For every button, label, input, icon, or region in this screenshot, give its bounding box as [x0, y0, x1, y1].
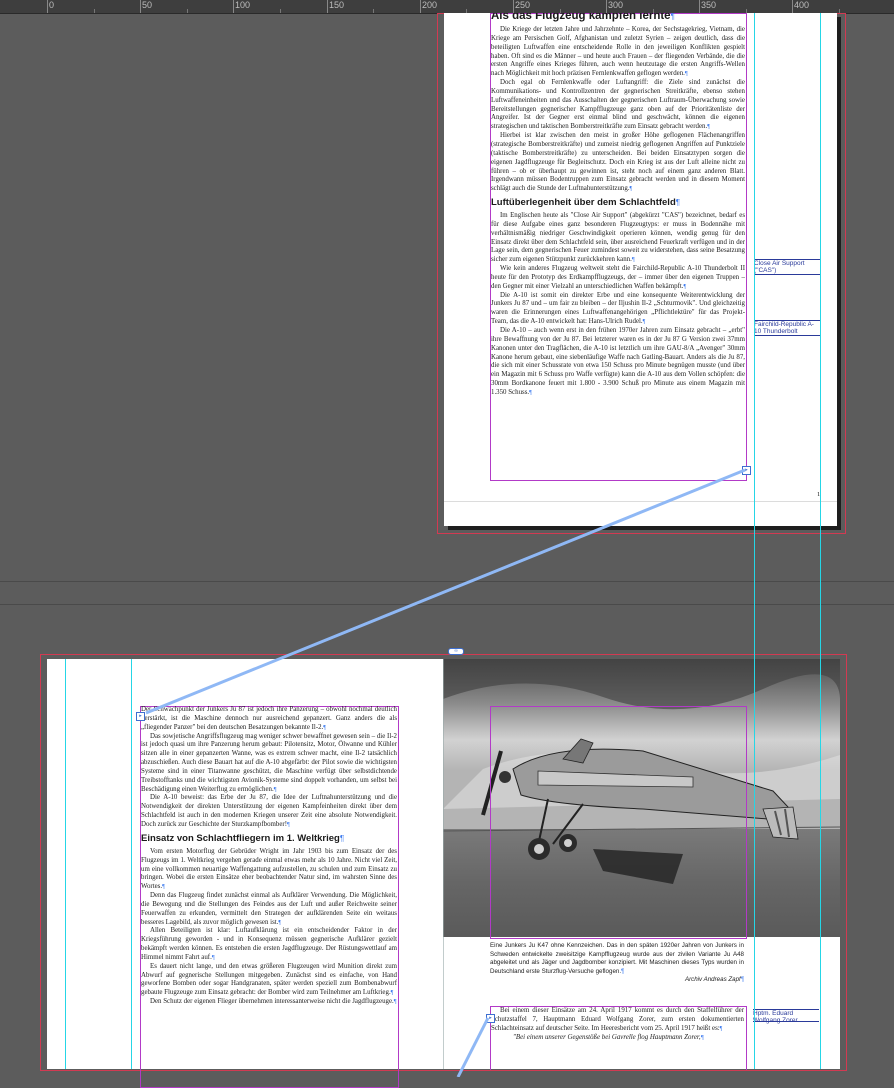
text-thread — [456, 1017, 490, 1077]
text-thread — [145, 468, 746, 715]
text-thread-overlay — [145, 468, 746, 1077]
